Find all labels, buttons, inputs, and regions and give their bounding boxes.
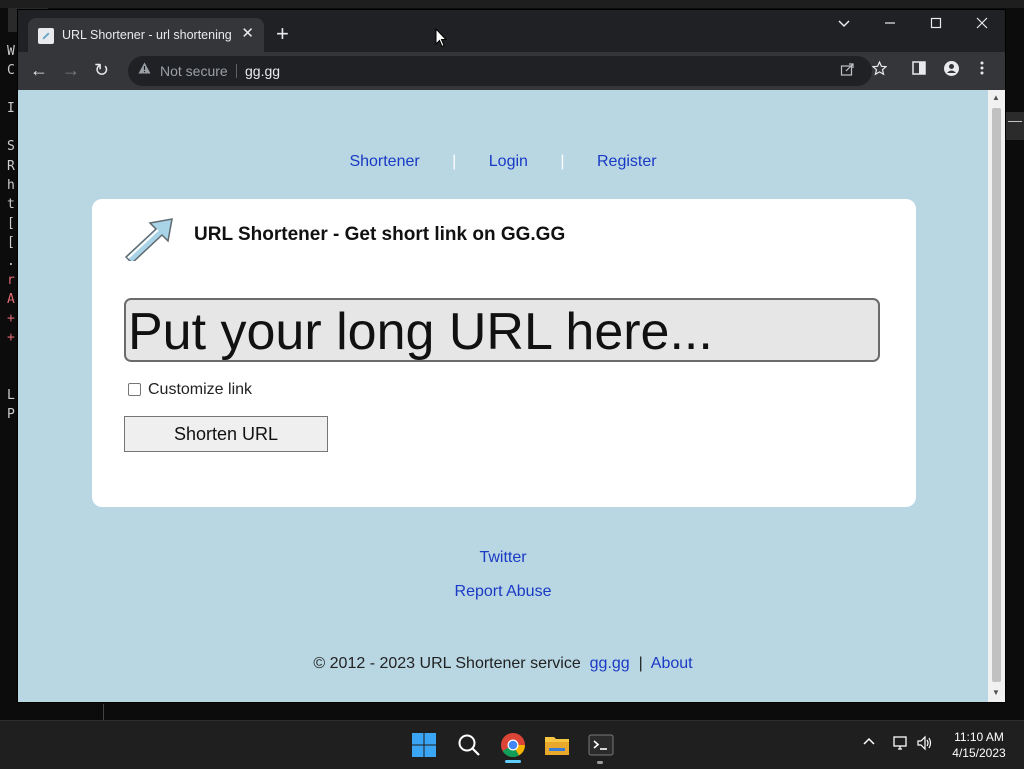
terminal-divider [103, 704, 104, 720]
about-link[interactable]: About [651, 655, 693, 672]
system-clock[interactable]: 11:10 AM 4/15/2023 [946, 729, 1012, 761]
twitter-link[interactable]: Twitter [18, 549, 988, 567]
windows-taskbar: 11:10 AM 4/15/2023 [0, 720, 1024, 769]
tab-search-dropdown-icon[interactable] [838, 16, 850, 33]
network-icon[interactable] [892, 735, 910, 751]
page-title: URL Shortener - Get short link on GG.GG [194, 224, 566, 245]
share-icon[interactable] [840, 62, 855, 81]
browser-tab[interactable]: URL Shortener - url shortening se ✕ [28, 18, 264, 52]
nav-link-register[interactable]: Register [597, 153, 657, 170]
scroll-down-arrow-icon[interactable]: ▼ [992, 688, 1000, 697]
long-url-input[interactable]: Put your long URL here... [124, 298, 880, 362]
back-arrow-icon[interactable]: ← [30, 60, 48, 81]
top-navigation: Shortener | Login | Register [18, 153, 988, 171]
terminal-icon[interactable] [585, 729, 617, 761]
report-abuse-link[interactable]: Report Abuse [18, 583, 988, 601]
terminal-minimize-icon[interactable]: — [1006, 112, 1024, 140]
close-window-icon[interactable] [976, 16, 988, 33]
url-text[interactable]: gg.gg [245, 63, 280, 79]
bookmark-star-icon[interactable] [871, 60, 888, 80]
new-tab-button[interactable]: + [276, 23, 289, 45]
address-bar[interactable]: Not secure gg.gg [128, 56, 872, 86]
reload-icon[interactable]: ↻ [94, 60, 109, 81]
maximize-icon[interactable] [930, 16, 942, 33]
warning-icon[interactable] [138, 62, 151, 77]
terminal-text: W C I S R h t [ [ . r A + + L P [7, 44, 15, 422]
scroll-thumb[interactable] [992, 108, 1001, 682]
security-status[interactable]: Not secure [160, 63, 228, 79]
copyright-text: © 2012 - 2023 URL Shortener service [313, 655, 581, 672]
nav-link-login[interactable]: Login [489, 153, 528, 170]
windows-start-icon[interactable] [408, 729, 440, 761]
mouse-cursor-icon [435, 28, 447, 48]
chrome-browser-window: URL Shortener - url shortening se ✕ + ← … [18, 10, 1005, 702]
active-app-indicator [505, 760, 521, 763]
chevron-up-icon[interactable] [862, 735, 876, 749]
site-favicon-icon [38, 28, 54, 44]
clock-date: 4/15/2023 [952, 746, 1006, 760]
profile-icon[interactable] [944, 61, 959, 80]
arrow-logo-icon [124, 218, 173, 261]
nav-link-shortener[interactable]: Shortener [349, 153, 419, 170]
file-explorer-icon[interactable] [541, 729, 573, 761]
vertical-scrollbar[interactable]: ▲ ▼ [988, 90, 1005, 702]
tab-title: URL Shortener - url shortening se [62, 28, 234, 42]
tab-strip: URL Shortener - url shortening se ✕ + [18, 10, 1005, 52]
minimize-icon[interactable] [884, 16, 896, 33]
footer-separator: | [638, 655, 643, 672]
nav-separator: | [560, 153, 565, 170]
search-icon[interactable] [453, 729, 485, 761]
running-app-indicator [597, 761, 603, 764]
nav-separator: | [452, 153, 457, 170]
customize-link-label[interactable]: Customize link [148, 381, 252, 399]
customize-link-checkbox[interactable] [128, 383, 141, 396]
copyright-footer: © 2012 - 2023 URL Shortener service gg.g… [18, 655, 988, 673]
tab-close-icon[interactable]: ✕ [241, 24, 254, 42]
browser-toolbar: ← → ↻ Not secure gg.gg [18, 52, 1005, 90]
address-separator [236, 64, 237, 78]
forward-arrow-icon[interactable]: → [62, 60, 80, 81]
chrome-icon[interactable] [497, 729, 529, 761]
shortener-card: URL Shortener - Get short link on GG.GG … [92, 199, 916, 507]
shorten-url-button[interactable]: Shorten URL [124, 416, 328, 452]
side-panel-icon[interactable] [912, 61, 926, 79]
clock-time: 11:10 AM [954, 730, 1004, 744]
page-viewport: Shortener | Login | Register URL Shorten… [18, 90, 988, 702]
gg-gg-link[interactable]: gg.gg [590, 655, 630, 672]
terminal-title-bar [0, 0, 1024, 8]
volume-icon[interactable] [916, 735, 934, 751]
scroll-up-arrow-icon[interactable]: ▲ [992, 93, 1000, 102]
menu-kebab-icon[interactable] [980, 61, 984, 79]
